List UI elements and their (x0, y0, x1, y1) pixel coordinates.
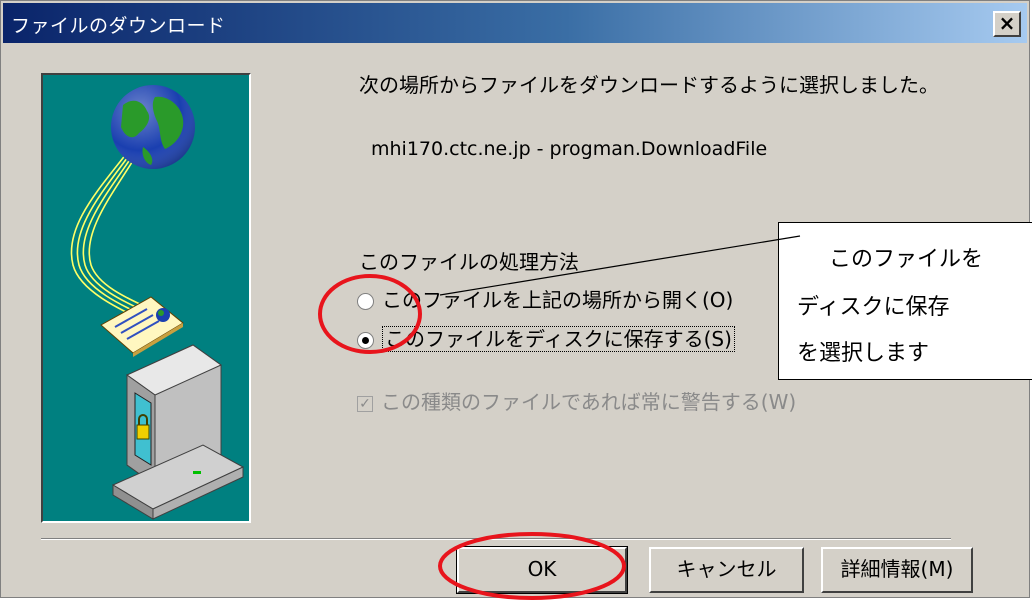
callout-line-2: ディスクに保存 (797, 295, 950, 320)
button-divider (41, 538, 951, 540)
always-warn-checkbox-row: ✓ この種類のファイルであれば常に警告する(W) (357, 386, 796, 415)
callout-line-3: を選択します (797, 341, 930, 366)
always-warn-label: この種類のファイルであれば常に警告する(W) (381, 390, 797, 414)
window-title: ファイルのダウンロード (11, 15, 226, 37)
callout-line-1: このファイルを (829, 247, 984, 272)
checkmark-icon: ✓ (357, 395, 373, 412)
download-source: mhi170.ctc.ne.jp - progman.DownloadFile (371, 138, 768, 160)
computer-lock-icon (111, 344, 245, 520)
annotation-callout: このファイルを ディスクに保存 を選択します (778, 222, 1032, 380)
cable-lines (70, 144, 160, 326)
close-icon: × (998, 11, 1016, 35)
details-button[interactable]: 詳細情報(M) (821, 547, 973, 593)
close-button[interactable]: × (993, 11, 1021, 37)
radio-save-label: このファイルをディスクに保存する(S) (382, 326, 735, 352)
globe-icon (111, 85, 195, 169)
radio-open-label: このファイルを上記の場所から開く(O) (382, 288, 734, 312)
ok-button[interactable]: OK (456, 546, 628, 594)
cancel-button[interactable]: キャンセル (649, 547, 804, 593)
radio-open-indicator[interactable] (357, 293, 374, 310)
download-illustration (70, 85, 245, 520)
radio-save-to-disk[interactable]: このファイルをディスクに保存する(S) (357, 323, 735, 352)
radio-open-file[interactable]: このファイルを上記の場所から開く(O) (357, 284, 733, 313)
illustration-panel (41, 73, 251, 523)
download-message: 次の場所からファイルをダウンロードするように選択しました。 (359, 73, 939, 97)
title-bar[interactable]: ファイルのダウンロード × (3, 3, 1027, 43)
radio-save-indicator[interactable] (357, 332, 374, 349)
handling-group-label: このファイルの処理方法 (359, 250, 579, 274)
